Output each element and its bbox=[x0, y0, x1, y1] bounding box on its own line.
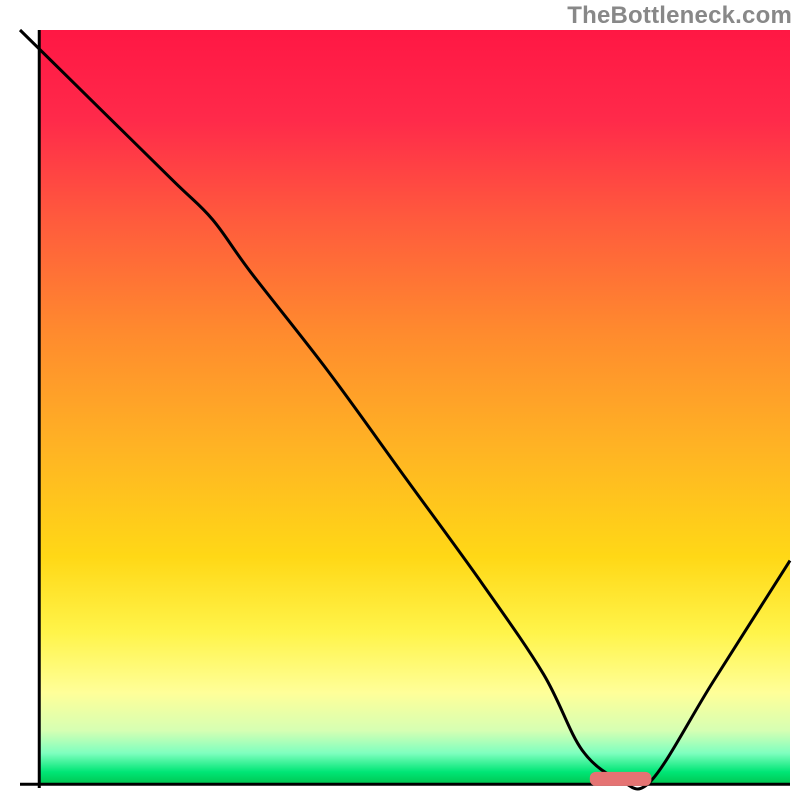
bottleneck-chart bbox=[0, 0, 800, 800]
chart-background bbox=[40, 30, 790, 783]
watermark-text: TheBottleneck.com bbox=[567, 2, 792, 30]
optimal-range-marker bbox=[590, 772, 652, 786]
chart-container: TheBottleneck.com bbox=[0, 0, 800, 800]
